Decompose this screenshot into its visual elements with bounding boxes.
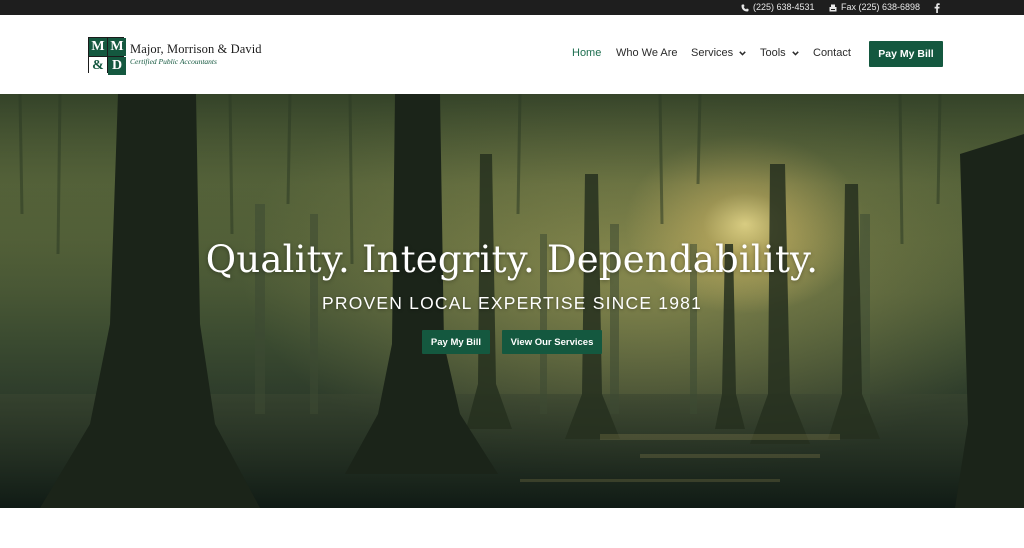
hero-subtitle: PROVEN LOCAL EXPERTISE SINCE 1981	[321, 293, 702, 313]
phone-number: (225) 638-4531	[753, 2, 815, 12]
nav-tools[interactable]: Tools	[760, 47, 799, 59]
logo-letter: &	[89, 57, 107, 75]
logo-mark: M M & D	[88, 37, 126, 75]
nav-label: Home	[572, 47, 602, 59]
site-header: M M & D Major, Morrison & David Certifie…	[0, 15, 1024, 94]
nav-label: Tools	[760, 47, 786, 59]
firm-tagline: Certified Public Accountants	[130, 57, 217, 66]
logo-letter: D	[108, 57, 126, 75]
logo-letter: M	[108, 38, 126, 56]
fax-icon	[829, 4, 837, 11]
nav-label: Contact	[813, 47, 851, 59]
facebook-icon	[934, 2, 940, 13]
nav-services[interactable]: Services	[691, 47, 746, 59]
chevron-down-icon	[739, 50, 746, 56]
facebook-link[interactable]	[934, 0, 944, 15]
chevron-down-icon	[791, 50, 799, 56]
logo-text: Major, Morrison & David Certified Public…	[130, 43, 262, 67]
page-content-area	[0, 508, 1024, 548]
site-logo[interactable]: M M & D Major, Morrison & David Certifie…	[88, 37, 262, 75]
nav-label: Who We Are	[616, 47, 678, 59]
phone-icon	[741, 4, 749, 11]
hero-pay-bill-button[interactable]: Pay My Bill	[422, 330, 490, 354]
nav-home[interactable]: Home	[572, 47, 601, 59]
firm-name: Major, Morrison & David	[130, 42, 262, 56]
top-bar: (225) 638-4531 Fax (225) 638-6898	[0, 0, 1024, 15]
nav-contact[interactable]: Contact	[813, 47, 851, 59]
pay-my-bill-button[interactable]: Pay My Bill	[869, 41, 943, 67]
view-services-button[interactable]: View Our Services	[502, 330, 602, 354]
hero-title: Quality. Integrity. Dependability.	[205, 238, 819, 281]
nav-label: Services	[691, 47, 734, 59]
fax-number: Fax (225) 638-6898	[841, 2, 921, 12]
logo-letter: M	[89, 38, 107, 56]
phone-link[interactable]: (225) 638-4531	[741, 0, 815, 15]
hero-banner: Quality. Integrity. Dependability. PROVE…	[0, 94, 1024, 508]
nav-who-we-are[interactable]: Who We Are	[616, 47, 678, 59]
fax-info: Fax (225) 638-6898	[829, 0, 920, 15]
